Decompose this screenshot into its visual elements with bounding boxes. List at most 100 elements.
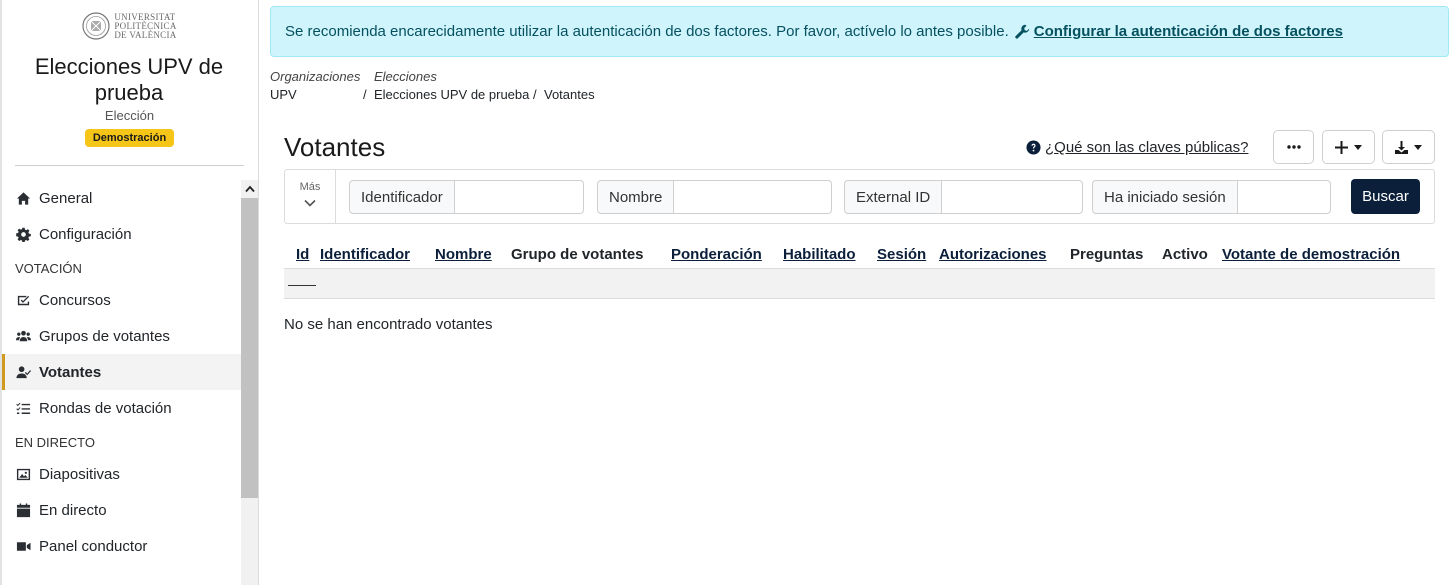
ballot-icon — [15, 292, 31, 308]
table-header: Id Identificador Nombre Grupo de votante… — [284, 240, 1435, 269]
sidebar-divider — [15, 165, 244, 166]
two-factor-alert: Se recomienda encarecidamente utilizar l… — [270, 6, 1449, 57]
demo-badge: Demostración — [84, 129, 175, 147]
breadcrumb-organizaciones: Organizaciones UPV — [270, 69, 360, 105]
download-dropdown-button[interactable] — [1382, 130, 1435, 164]
column-nombre[interactable]: Nombre — [435, 246, 492, 263]
column-votante-de-demostracion[interactable]: Votante de demostración — [1222, 246, 1400, 263]
column-habilitado[interactable]: Habilitado — [783, 246, 856, 263]
breadcrumb-separator: / — [363, 87, 367, 102]
sidebar-item-panel-conductor[interactable]: Panel conductor — [2, 528, 241, 564]
plus-icon — [1335, 140, 1348, 154]
section-en-directo: EN DIRECTO — [15, 435, 95, 450]
placeholder-row-text: —— — [288, 276, 316, 292]
university-seal-icon — [82, 12, 110, 40]
column-grupo-de-votantes: Grupo de votantes — [511, 246, 644, 263]
university-name: UNIVERSITAT POLITÈCNICA DE VALÈNCIA — [114, 12, 177, 40]
column-ponderacion[interactable]: Ponderación — [671, 246, 762, 263]
column-sesion[interactable]: Sesión — [877, 246, 926, 263]
breadcrumb-elecciones: Elecciones Elecciones UPV de prueba — [374, 69, 529, 105]
alert-text: Se recomienda encarecidamente utilizar l… — [285, 23, 1009, 40]
scroll-thumb[interactable] — [241, 198, 258, 498]
breadcrumb-current: Votantes — [544, 87, 595, 102]
sidebar-item-concursos[interactable]: Concursos — [2, 282, 241, 318]
video-icon — [15, 538, 31, 554]
configure-2fa-link[interactable]: Configurar la autenticación de dos facto… — [1015, 23, 1343, 40]
calendar-icon — [15, 502, 31, 518]
filter-nombre: Nombre — [597, 180, 833, 214]
users-icon — [15, 328, 31, 344]
gear-icon — [15, 226, 31, 242]
image-icon — [15, 466, 31, 482]
breadcrumb-link-upv[interactable]: UPV — [270, 87, 360, 105]
table-row: —— — [284, 269, 1435, 299]
filter-ha-iniciado-sesion: Ha iniciado sesión — [1092, 180, 1331, 214]
sidebar-item-grupos-de-votantes[interactable]: Grupos de votantes — [2, 318, 241, 354]
page-title: Votantes — [284, 132, 386, 162]
configure-2fa-label: Configurar la autenticación de dos facto… — [1033, 23, 1343, 40]
column-activo: Activo — [1162, 246, 1208, 263]
sidebar-item-label: General — [39, 189, 93, 207]
ellipsis-icon — [1286, 145, 1301, 149]
identificador-input[interactable] — [454, 180, 584, 214]
sidebar-item-general[interactable]: General — [2, 180, 241, 216]
breadcrumb-link-eleccion[interactable]: Elecciones UPV de prueba — [374, 87, 529, 105]
wrench-icon — [1015, 24, 1029, 39]
external-id-input[interactable] — [942, 180, 1084, 214]
sidebar-item-label: En directo — [39, 501, 107, 519]
sidebar-item-rondas-de-votacion[interactable]: Rondas de votación — [2, 390, 241, 426]
filter-external-id: External ID — [844, 180, 1084, 214]
sidebar-item-label: Votantes — [39, 363, 102, 381]
caret-down-icon — [1354, 144, 1362, 150]
sidebar-scrollbar[interactable] — [241, 180, 258, 585]
search-button[interactable]: Buscar — [1351, 179, 1420, 214]
filter-bar: Más Identificador Nombre External ID Ha … — [284, 169, 1435, 224]
sidebar-item-en-directo[interactable]: En directo — [2, 492, 241, 528]
sidebar-nav: General Configuración VOTACIÓN Concursos… — [2, 180, 241, 564]
breadcrumb-separator: / — [533, 87, 537, 102]
breadcrumb-label: Organizaciones — [270, 69, 361, 84]
election-title: Elecciones UPV de prueba — [34, 54, 224, 105]
user-check-icon — [15, 364, 31, 380]
caret-down-icon — [1414, 144, 1422, 150]
sidebar-item-votantes[interactable]: Votantes — [2, 354, 241, 390]
more-options-button[interactable] — [1273, 130, 1314, 164]
empty-message: No se han encontrado votantes — [284, 316, 493, 333]
download-icon — [1395, 140, 1408, 154]
add-dropdown-button[interactable] — [1322, 130, 1375, 164]
sidebar-item-label: Configuración — [39, 225, 132, 243]
more-filters-toggle[interactable]: Más — [285, 170, 336, 223]
section-votacion: VOTACIÓN — [15, 261, 82, 276]
filter-label: Nombre — [597, 180, 675, 214]
nombre-input[interactable] — [674, 180, 833, 214]
ha-iniciado-sesion-input[interactable] — [1237, 180, 1331, 214]
more-filters-label: Más — [299, 181, 321, 193]
sidebar-item-label: Grupos de votantes — [39, 327, 170, 345]
column-autorizaciones[interactable]: Autorizaciones — [939, 246, 1047, 263]
sidebar-item-label: Diapositivas — [39, 465, 120, 483]
sidebar-item-diapositivas[interactable]: Diapositivas — [2, 456, 241, 492]
filter-identificador: Identificador — [349, 180, 584, 214]
brand: UNIVERSITAT POLITÈCNICA DE VALÈNCIA Elec… — [0, 12, 259, 147]
filter-label: Identificador — [349, 180, 455, 214]
column-preguntas: Preguntas — [1070, 246, 1144, 263]
question-circle-icon — [1026, 140, 1041, 155]
filter-label: External ID — [844, 180, 943, 214]
sidebar-item-label: Panel conductor — [39, 537, 148, 555]
sidebar-item-label: Rondas de votación — [39, 399, 172, 417]
column-id[interactable]: Id — [296, 246, 309, 263]
home-icon — [15, 190, 31, 206]
logo-line: DE VALÈNCIA — [114, 29, 177, 40]
sidebar-item-label: Concursos — [39, 291, 111, 309]
public-keys-help-link[interactable]: ¿Qué son las claves públicas? — [1026, 139, 1248, 156]
university-logo[interactable]: UNIVERSITAT POLITÈCNICA DE VALÈNCIA — [0, 12, 259, 40]
sidebar-item-configuracion[interactable]: Configuración — [2, 216, 241, 252]
help-link-label: ¿Qué son las claves públicas? — [1045, 139, 1249, 156]
column-identificador[interactable]: Identificador — [320, 246, 410, 263]
list-check-icon — [15, 400, 31, 416]
scroll-up-arrow-icon[interactable] — [241, 180, 258, 197]
breadcrumb-label: Elecciones — [374, 69, 437, 84]
election-type: Elección — [104, 108, 155, 123]
chevron-down-icon — [304, 199, 316, 207]
sidebar: UNIVERSITAT POLITÈCNICA DE VALÈNCIA Elec… — [0, 0, 259, 585]
